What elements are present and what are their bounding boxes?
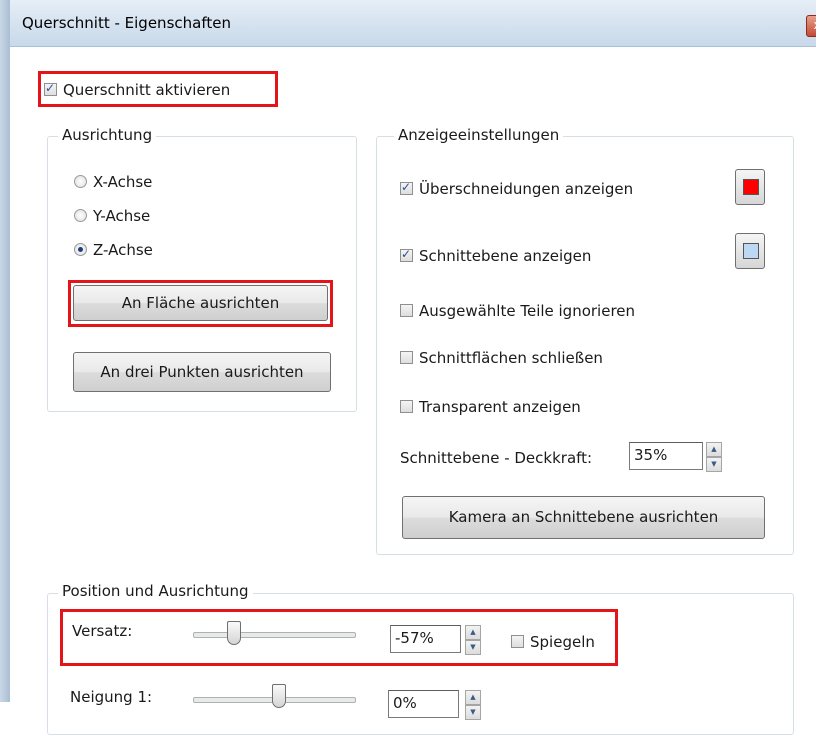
show-plane-label: Schnittebene anzeigen — [419, 246, 592, 265]
checkbox-check-icon[interactable] — [400, 304, 413, 317]
dialog-client: Querschnitt aktivieren Ausrichtung X-Ach… — [10, 47, 816, 735]
camera-align-button[interactable]: Kamera an Schnittebene ausrichten — [402, 496, 765, 539]
intersection-color-swatch — [743, 179, 759, 195]
show-plane-checkbox[interactable]: Schnittebene anzeigen — [400, 246, 591, 265]
radio-x-axis[interactable]: X-Achse — [74, 172, 152, 191]
opacity-spinner[interactable]: ▲ ▼ — [706, 442, 722, 472]
plane-color-button[interactable] — [735, 233, 765, 269]
tilt1-slider-thumb[interactable] — [272, 684, 286, 708]
tilt1-label: Neigung 1: — [70, 688, 153, 706]
checkbox-check-icon[interactable] — [400, 247, 413, 262]
radio-dot-icon[interactable] — [74, 175, 87, 188]
align-three-points-button[interactable]: An drei Punkten ausrichten — [73, 352, 331, 392]
highlight-align-face — [68, 280, 333, 327]
tilt1-input[interactable]: 0% — [388, 690, 459, 718]
spin-up-icon[interactable]: ▲ — [706, 442, 722, 457]
radio-x-axis-label: X-Achse — [93, 172, 153, 191]
window-title: Querschnitt - Eigenschaften — [22, 14, 231, 32]
radio-z-axis[interactable]: Z-Achse — [74, 240, 153, 259]
highlight-enable-section — [38, 71, 278, 107]
radio-dot-icon[interactable] — [74, 209, 87, 222]
opacity-label: Schnittebene - Deckkraft: — [400, 449, 593, 467]
position-group-label: Position und Ausrichtung — [58, 582, 253, 600]
ignore-selected-checkbox[interactable]: Ausgewählte Teile ignorieren — [400, 301, 635, 320]
close-icon[interactable]: x — [806, 15, 816, 37]
orientation-group-label: Ausrichtung — [58, 126, 157, 144]
opacity-input[interactable]: 35% — [629, 442, 703, 470]
show-intersections-label: Überschneidungen anzeigen — [419, 179, 634, 198]
display-settings-group-label: Anzeigeeinstellungen — [394, 126, 564, 144]
close-faces-checkbox[interactable]: Schnittflächen schließen — [400, 348, 603, 367]
window-left-edge — [0, 0, 10, 702]
highlight-offset-row — [60, 609, 618, 666]
radio-y-axis-label: Y-Achse — [93, 206, 151, 225]
close-faces-label: Schnittflächen schließen — [419, 348, 603, 367]
transparent-checkbox[interactable]: Transparent anzeigen — [400, 397, 581, 416]
plane-color-swatch — [743, 243, 759, 259]
spin-up-icon[interactable]: ▲ — [465, 690, 481, 705]
checkbox-check-icon[interactable] — [400, 400, 413, 413]
spin-down-icon[interactable]: ▼ — [706, 457, 722, 472]
display-settings-group — [376, 136, 794, 555]
title-bar: Querschnitt - Eigenschaften x — [10, 0, 816, 47]
radio-z-axis-label: Z-Achse — [93, 240, 153, 259]
checkbox-check-icon[interactable] — [400, 351, 413, 364]
intersection-color-button[interactable] — [735, 169, 765, 205]
ignore-selected-label: Ausgewählte Teile ignorieren — [419, 301, 636, 320]
radio-y-axis[interactable]: Y-Achse — [74, 206, 150, 225]
spin-down-icon[interactable]: ▼ — [465, 705, 481, 720]
checkbox-check-icon[interactable] — [400, 180, 413, 195]
show-intersections-checkbox[interactable]: Überschneidungen anzeigen — [400, 179, 633, 198]
transparent-label: Transparent anzeigen — [419, 397, 581, 416]
radio-dot-icon[interactable] — [74, 243, 87, 256]
tilt1-spinner[interactable]: ▲ ▼ — [465, 690, 481, 720]
